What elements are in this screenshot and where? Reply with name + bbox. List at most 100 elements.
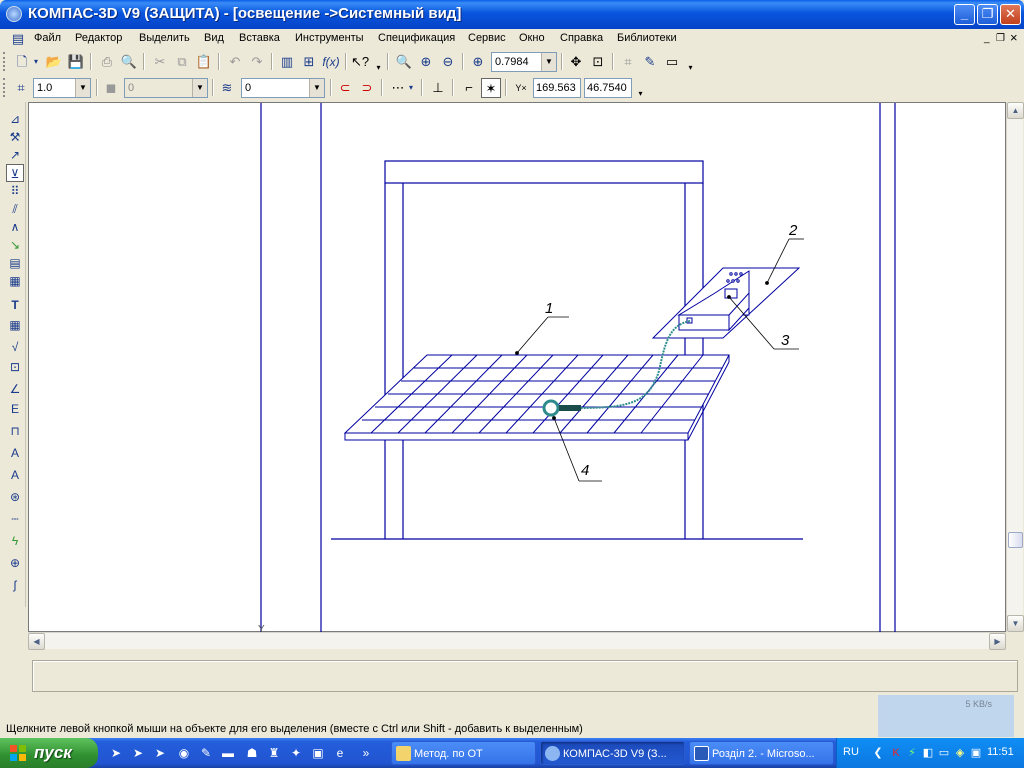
axis-line-icon[interactable]: ┄ (6, 510, 24, 528)
callout-1[interactable]: 1 (545, 300, 553, 317)
leader-icon[interactable]: ∠ (6, 380, 24, 398)
snap-magnet-icon[interactable]: ⊂ (335, 78, 355, 98)
zoom-in-icon[interactable]: ⊕ (416, 52, 436, 72)
table-icon[interactable]: ▦ (6, 316, 24, 334)
zoom-out-icon[interactable]: ⊖ (438, 52, 458, 72)
cut-icon[interactable]: ✂ (150, 52, 170, 72)
new-document-icon[interactable]: 🗋 (12, 52, 32, 72)
menu-help[interactable]: Справка (560, 32, 603, 44)
text-icon[interactable]: T (6, 296, 24, 314)
edit-icon[interactable]: ⚒ (6, 128, 24, 146)
layer-combo[interactable]: 0 ▼ (241, 78, 325, 98)
grid-dropdown-icon[interactable]: ▾ (406, 78, 416, 98)
chevron-down-icon[interactable]: ▼ (75, 79, 90, 97)
round-coords-icon[interactable]: ✶ (481, 78, 501, 98)
menu-specification[interactable]: Спецификация (378, 32, 455, 44)
network-icon[interactable]: ⚡ (905, 746, 919, 760)
document-icon[interactable]: ▤ (8, 29, 28, 49)
base-icon[interactable]: ⊡ (6, 358, 24, 376)
start-button[interactable]: пуск (0, 738, 98, 768)
menu-file[interactable]: Файл (34, 32, 61, 44)
copy-icon[interactable]: ⧉ (172, 52, 192, 72)
spec-icon[interactable]: ▤ (6, 254, 24, 272)
mdi-minimize-button[interactable]: _ (984, 33, 990, 44)
regenerate-icon[interactable]: ✎ (640, 52, 660, 72)
roughness-icon[interactable]: √ (6, 338, 24, 356)
rebuild-icon[interactable]: ⌗ (618, 52, 638, 72)
toolbar-grip[interactable] (3, 78, 7, 97)
hatch-icon[interactable]: ⫽ (6, 200, 24, 218)
chevron-down-icon[interactable]: ▼ (309, 79, 324, 97)
report-icon[interactable]: ▦ (6, 272, 24, 290)
tray-app-icon[interactable]: ◈ (953, 746, 967, 760)
menu-editor[interactable]: Редактор (75, 32, 122, 44)
mdi-close-button[interactable]: × (1010, 30, 1018, 45)
coord-x-field[interactable]: 169.563 (533, 78, 581, 98)
quicklaunch-arrow-icon[interactable]: ➤ (130, 745, 146, 761)
callout-3[interactable]: 3 (781, 332, 790, 349)
quicklaunch-app-icon[interactable]: ▬ (220, 745, 236, 761)
connection-icon[interactable]: ▣ (969, 746, 983, 760)
print-icon[interactable]: ⎙ (97, 52, 117, 72)
display-mode-icon[interactable]: ▭ (662, 52, 682, 72)
grid-points-icon[interactable]: ⠿ (6, 182, 24, 200)
paste-icon[interactable]: 📋 (194, 52, 214, 72)
menu-service[interactable]: Сервис (468, 32, 506, 44)
menu-libraries[interactable]: Библиотеки (617, 32, 677, 44)
callout-4[interactable]: 4 (581, 462, 589, 479)
scroll-up-icon[interactable]: ▲ (1007, 102, 1024, 119)
cut-line-icon[interactable]: A (6, 466, 24, 484)
toolbar-grip[interactable] (3, 52, 7, 71)
quicklaunch-app-icon[interactable]: ☗ (244, 745, 260, 761)
toolbar-overflow-chevron[interactable]: ▾ (374, 52, 383, 72)
view-arrow-icon[interactable]: A (6, 444, 24, 462)
tray-expand-icon[interactable]: ❮ (871, 746, 885, 760)
volume-icon[interactable]: ◧ (921, 746, 935, 760)
quicklaunch-ie-icon[interactable]: e (332, 745, 348, 761)
kompas-app-icon[interactable] (6, 6, 22, 22)
context-help-icon[interactable]: ↖? (350, 52, 370, 72)
state-icon[interactable]: ◼ (101, 78, 121, 98)
open-folder-icon[interactable]: 📂 (44, 52, 64, 72)
cursor-step-icon[interactable]: ⌗ (11, 78, 31, 98)
zoom-combo[interactable]: 0.7984 ▼ (491, 52, 557, 72)
geometry-icon[interactable]: ⊿ (6, 110, 24, 128)
zoom-window-icon[interactable]: 🔍 (394, 52, 414, 72)
toolbar-overflow-chevron[interactable]: ▾ (636, 78, 645, 98)
select-icon[interactable]: ↘ (6, 236, 24, 254)
vertical-scrollbar[interactable]: ▲ ▼ (1006, 102, 1024, 632)
leader-text-icon[interactable]: E (6, 400, 24, 418)
quicklaunch-app-icon[interactable]: ✦ (288, 745, 304, 761)
quicklaunch-app-icon[interactable]: ♜ (266, 745, 282, 761)
quicklaunch-arrow-icon[interactable]: ➤ (152, 745, 168, 761)
mdi-restore-button[interactable]: ❐ (996, 33, 1005, 44)
save-icon[interactable]: 💾 (66, 52, 86, 72)
wave-icon[interactable]: ϟ (6, 532, 24, 550)
variables-icon[interactable]: ⊞ (299, 52, 319, 72)
scroll-right-icon[interactable]: ▶ (989, 633, 1006, 650)
title-bar[interactable]: КОМПАС-3D V9 (ЗАЩИТА) - [освещение ->Сис… (0, 0, 1024, 29)
pan-icon[interactable]: ✥ (566, 52, 586, 72)
quicklaunch-app-icon[interactable]: ✎ (198, 745, 214, 761)
language-indicator[interactable]: RU (843, 746, 859, 758)
tolerance-icon[interactable]: ⊓ (6, 422, 24, 440)
horizontal-scrollbar[interactable]: ◀ ▶ (28, 632, 1006, 650)
maximize-button[interactable]: ❐ (977, 4, 998, 25)
measure-icon[interactable]: ∧ (6, 218, 24, 236)
break-icon[interactable]: ⊛ (6, 488, 24, 506)
quicklaunch-app-icon[interactable]: ▣ (310, 745, 326, 761)
toolbar-overflow-chevron[interactable]: ▾ (686, 52, 695, 72)
chevron-down-icon[interactable]: ▼ (192, 79, 207, 97)
function-icon[interactable]: f(x) (321, 52, 341, 72)
callout-2[interactable]: 2 (788, 222, 798, 239)
tree-icon[interactable]: ▥ (277, 52, 297, 72)
menu-insert[interactable]: Вставка (239, 32, 280, 44)
scroll-left-icon[interactable]: ◀ (28, 633, 45, 650)
vertical-scroll-thumb[interactable] (1008, 532, 1023, 548)
scroll-down-icon[interactable]: ▼ (1007, 615, 1024, 632)
spline-icon[interactable]: ʃ (6, 576, 24, 594)
local-cs-icon[interactable]: ⊥ (428, 78, 448, 98)
quicklaunch-app-icon[interactable]: ◉ (176, 745, 192, 761)
grid-icon[interactable]: ⋯ (388, 78, 408, 98)
chevron-down-icon[interactable]: ▼ (541, 53, 556, 71)
